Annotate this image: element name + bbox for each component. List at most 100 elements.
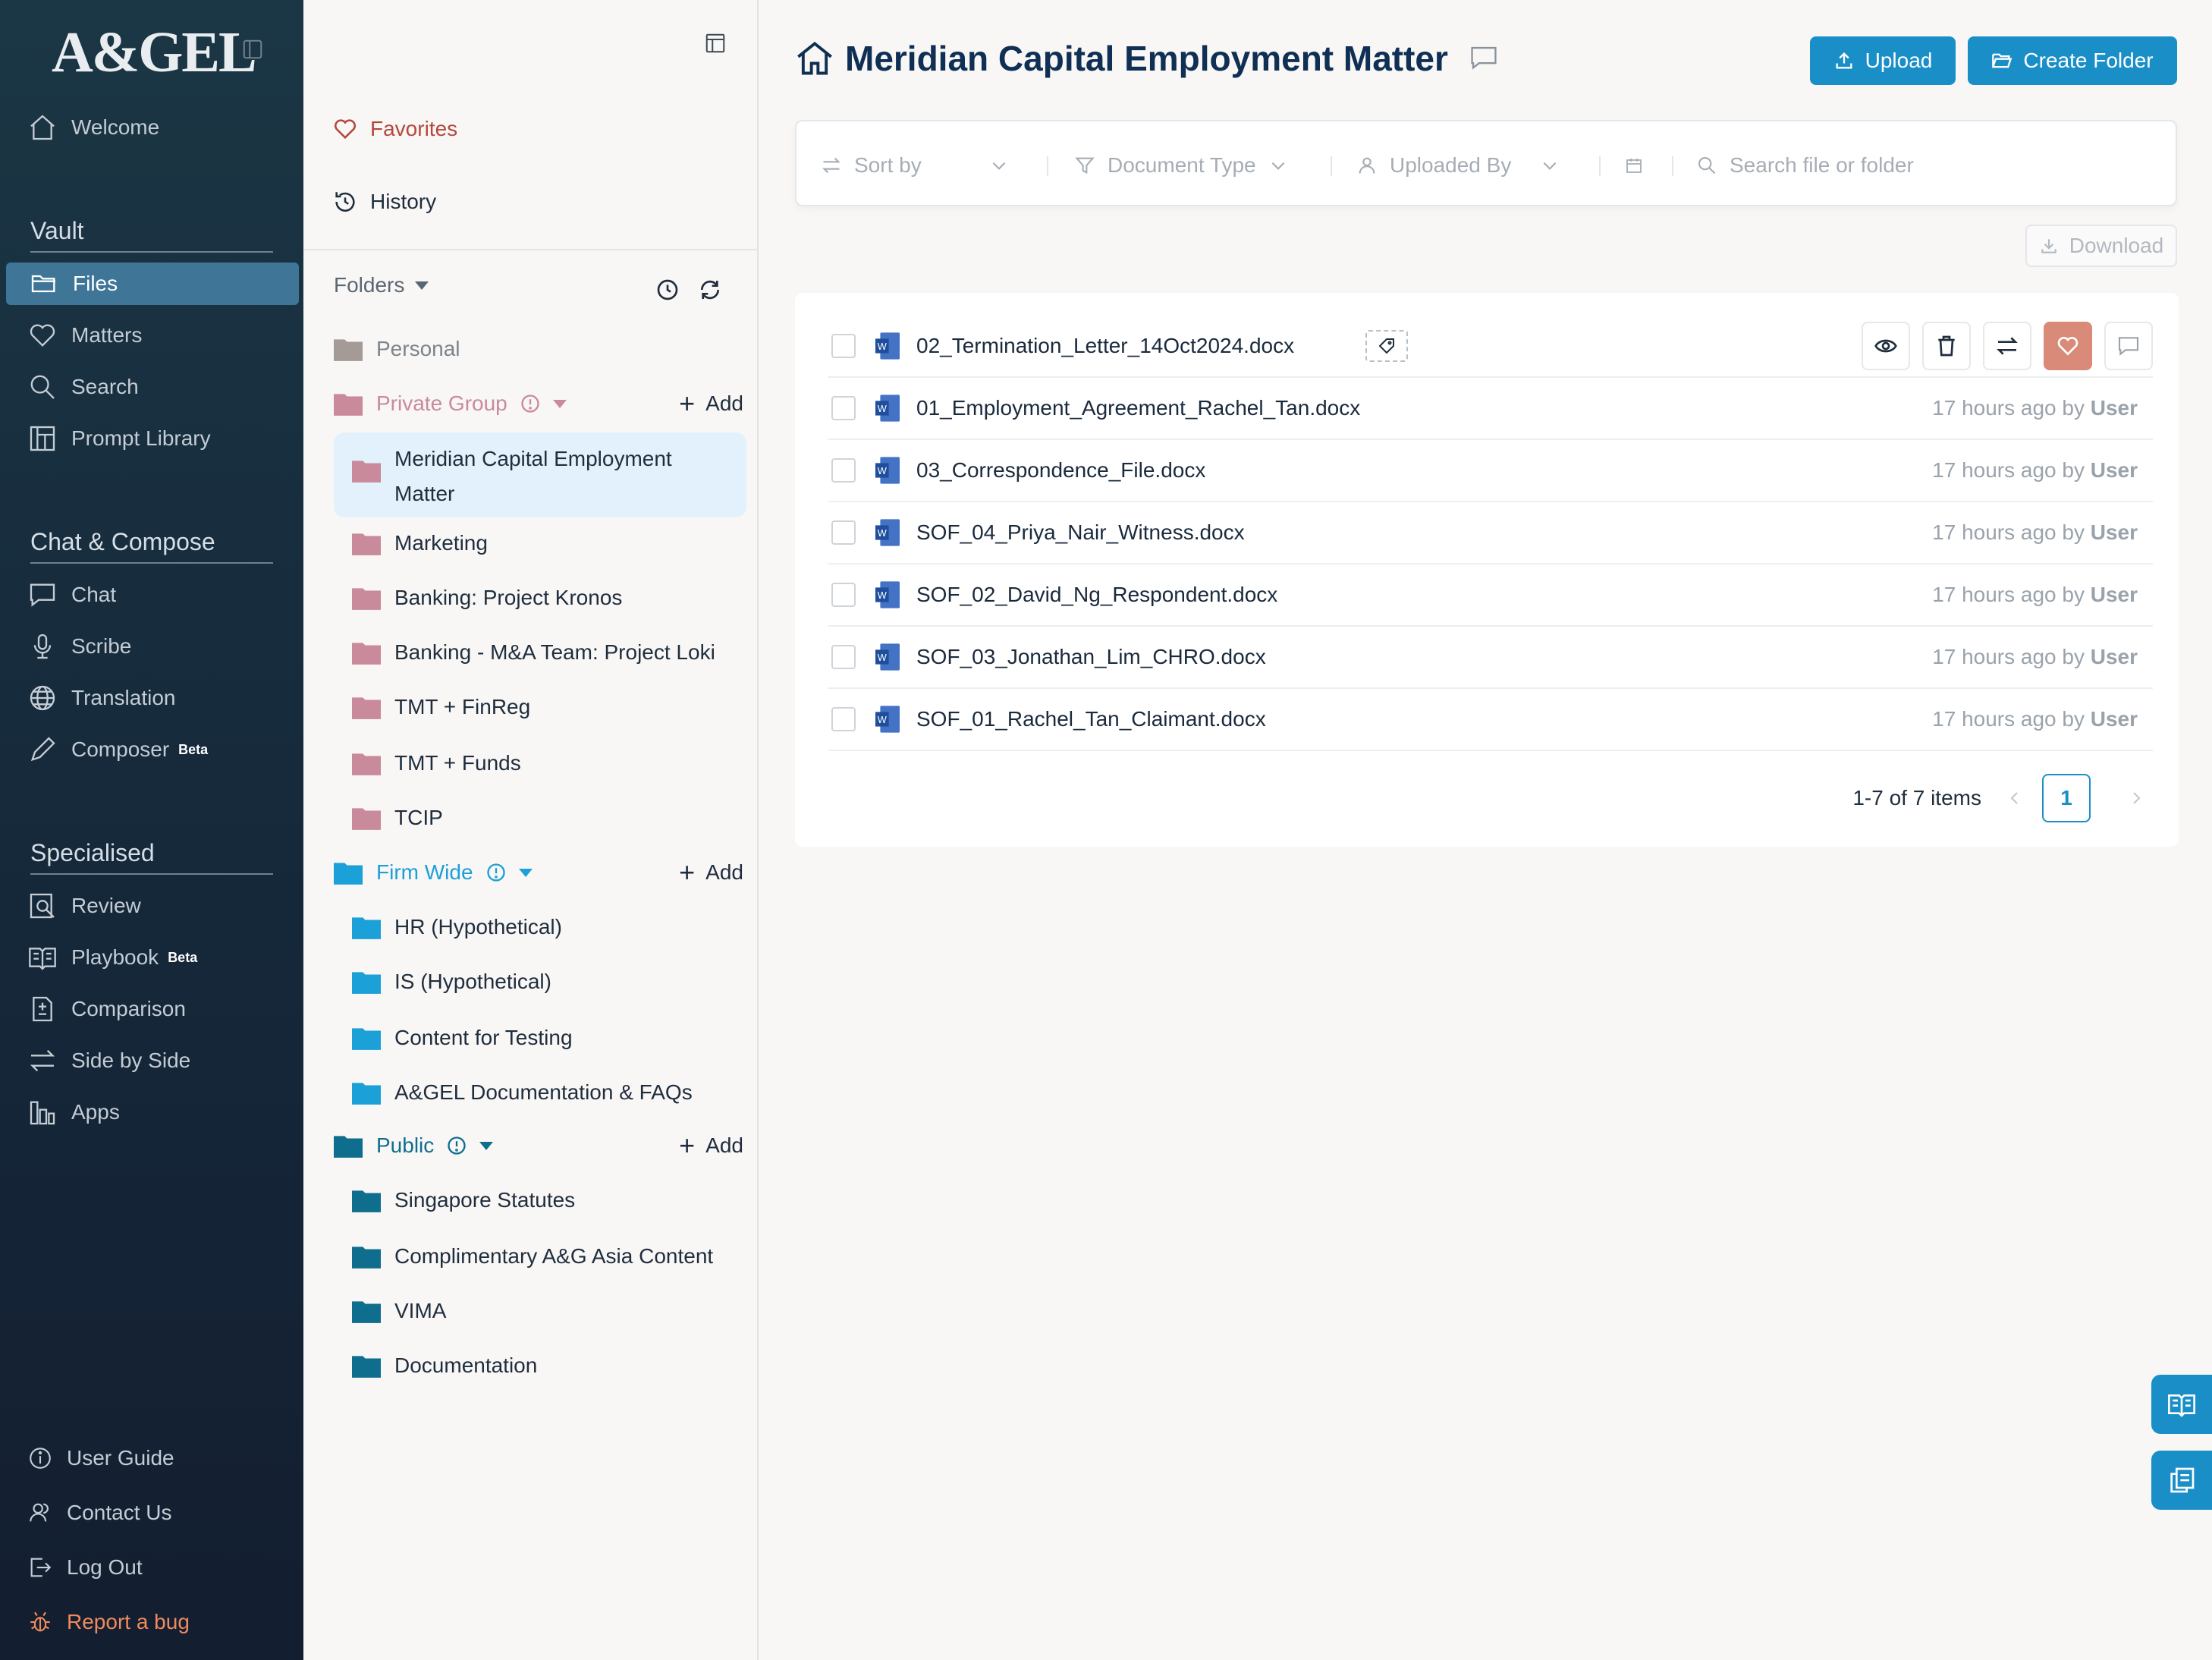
floating-clipboard-button[interactable]	[2151, 1451, 2212, 1510]
move-button[interactable]	[1983, 322, 2031, 370]
sidebar-collapse-icon[interactable]	[241, 38, 264, 61]
folder-documentation[interactable]: Documentation	[352, 1344, 746, 1387]
folder-meridian-capital[interactable]: Meridian Capital Employment Matter	[352, 442, 746, 510]
file-row[interactable]: W 03_Correspondence_File.docx 17 hours a…	[828, 440, 2153, 502]
contacts-icon	[30, 1503, 49, 1522]
file-name: SOF_04_Priya_Nair_Witness.docx	[916, 520, 1245, 544]
folder-tmt-finreg[interactable]: TMT + FinReg	[352, 686, 746, 728]
document-type-select[interactable]: Document Type	[1074, 149, 1294, 182]
folder-complimentary-content[interactable]: Complimentary A&G Asia Content	[352, 1235, 746, 1278]
microphone-icon	[33, 634, 52, 659]
nav-scribe[interactable]: Scribe	[27, 625, 131, 668]
row-checkbox[interactable]	[831, 583, 856, 607]
folder-banking-kronos[interactable]: Banking: Project Kronos	[352, 577, 746, 619]
nav-user-guide[interactable]: User Guide	[27, 1437, 174, 1479]
info-icon[interactable]	[520, 393, 541, 414]
nav-comparison[interactable]: Comparison	[27, 988, 186, 1030]
row-checkbox[interactable]	[831, 334, 856, 358]
caret-down-icon[interactable]	[518, 868, 533, 877]
folder-tmt-funds[interactable]: TMT + Funds	[352, 742, 746, 784]
nav-playbook[interactable]: Playbook Beta	[27, 936, 197, 979]
nav-files[interactable]: Files	[6, 263, 299, 305]
file-row[interactable]: W 01_Employment_Agreement_Rachel_Tan.doc…	[828, 378, 2153, 440]
folder-group-public[interactable]: Public + Add	[334, 1124, 743, 1167]
preview-button[interactable]	[1862, 322, 1910, 370]
uploaded-by-select[interactable]: Uploaded By	[1356, 149, 1563, 182]
chevron-right-icon[interactable]	[2127, 789, 2145, 807]
folder-personal[interactable]: Personal	[334, 328, 743, 370]
floating-guide-button[interactable]	[2151, 1375, 2212, 1434]
add-folder-button[interactable]: + Add	[679, 1130, 743, 1162]
folder-group-private[interactable]: Private Group + Add	[334, 382, 743, 425]
file-row[interactable]: W SOF_01_Rachel_Tan_Claimant.docx 17 hou…	[828, 689, 2153, 751]
home-icon[interactable]	[795, 39, 834, 78]
nav-translation[interactable]: Translation	[27, 677, 175, 719]
file-row[interactable]: W SOF_02_David_Ng_Respondent.docx 17 hou…	[828, 564, 2153, 627]
report-bug-link[interactable]: Report a bug	[27, 1601, 190, 1643]
folder-tcip[interactable]: TCIP	[352, 797, 746, 839]
swap-arrows-icon	[1997, 337, 2018, 355]
chevron-left-icon[interactable]	[2006, 789, 2024, 807]
folder-content-testing[interactable]: Content for Testing	[352, 1017, 746, 1059]
plus-icon: +	[679, 1130, 696, 1161]
row-checkbox[interactable]	[831, 396, 856, 420]
date-picker[interactable]	[1625, 149, 1655, 182]
folder-group-firm-wide[interactable]: Firm Wide + Add	[334, 851, 743, 894]
folder-singapore-statutes[interactable]: Singapore Statutes	[352, 1179, 746, 1221]
nav-scribe-label: Scribe	[71, 634, 132, 658]
nav-side-by-side[interactable]: Side by Side	[27, 1039, 190, 1082]
add-folder-button[interactable]: + Add	[679, 857, 743, 888]
folder-is[interactable]: IS (Hypothetical)	[352, 960, 746, 1003]
nav-review-label: Review	[71, 894, 141, 917]
nav-chat[interactable]: Chat	[27, 574, 116, 616]
download-button[interactable]: Download	[2025, 225, 2177, 267]
search-input[interactable]: Search file or folder	[1696, 149, 2151, 182]
info-icon[interactable]	[446, 1135, 467, 1156]
nav-apps[interactable]: Apps	[27, 1091, 120, 1133]
nav-review[interactable]: Review	[27, 885, 141, 927]
folder-agel-docs[interactable]: A&GEL Documentation & FAQs	[352, 1071, 746, 1114]
globe-icon	[30, 685, 55, 711]
history-link[interactable]: History	[332, 185, 436, 219]
nav-matters[interactable]: Matters	[27, 314, 142, 357]
page-button[interactable]: 1	[2042, 774, 2091, 822]
tag-button[interactable]	[1365, 330, 1409, 362]
clock-icon[interactable]	[655, 278, 680, 302]
file-row[interactable]: W SOF_03_Jonathan_Lim_CHRO.docx 17 hours…	[828, 627, 2153, 689]
file-row[interactable]: W SOF_04_Priya_Nair_Witness.docx 17 hour…	[828, 502, 2153, 564]
folder-hr[interactable]: HR (Hypothetical)	[352, 906, 746, 948]
folder-banking-loki[interactable]: Banking - M&A Team: Project Loki	[352, 631, 746, 674]
nav-welcome[interactable]: Welcome	[27, 106, 159, 149]
tag-icon	[1378, 338, 1395, 354]
filter-separator	[1672, 156, 1673, 176]
delete-button[interactable]	[1922, 322, 1971, 370]
comment-icon[interactable]	[1469, 46, 1498, 71]
nav-search[interactable]: Search	[27, 366, 139, 408]
row-checkbox[interactable]	[831, 458, 856, 483]
file-row[interactable]: W 02_Termination_Letter_14Oct2024.docx	[828, 316, 2153, 378]
folder-vima[interactable]: VIMA	[352, 1290, 746, 1332]
upload-button[interactable]: Upload	[1810, 36, 1956, 85]
panel-toggle-icon[interactable]	[704, 32, 727, 55]
row-checkbox[interactable]	[831, 520, 856, 545]
folder-marketing[interactable]: Marketing	[352, 522, 746, 564]
row-checkbox[interactable]	[831, 707, 856, 731]
nav-apps-label: Apps	[71, 1100, 120, 1124]
folders-dropdown[interactable]: Folders	[334, 273, 429, 297]
info-icon[interactable]	[485, 862, 507, 883]
caret-down-icon[interactable]	[552, 399, 567, 408]
refresh-icon[interactable]	[698, 278, 722, 302]
sort-by-select[interactable]: Sort by	[821, 149, 1010, 182]
create-folder-button[interactable]: Create Folder	[1968, 36, 2177, 85]
comment-button[interactable]	[2104, 322, 2153, 370]
nav-contact-us[interactable]: Contact Us	[27, 1492, 172, 1534]
favorites-link[interactable]: Favorites	[332, 112, 457, 146]
nav-log-out[interactable]: Log Out	[27, 1546, 143, 1589]
row-checkbox[interactable]	[831, 645, 856, 669]
favorite-button[interactable]	[2044, 322, 2092, 370]
nav-prompt-library[interactable]: Prompt Library	[27, 417, 211, 460]
nav-composer[interactable]: Composer Beta	[27, 728, 208, 771]
add-folder-button[interactable]: + Add	[679, 388, 743, 420]
caret-down-icon[interactable]	[479, 1141, 494, 1150]
nav-log-out-label: Log Out	[67, 1555, 143, 1579]
